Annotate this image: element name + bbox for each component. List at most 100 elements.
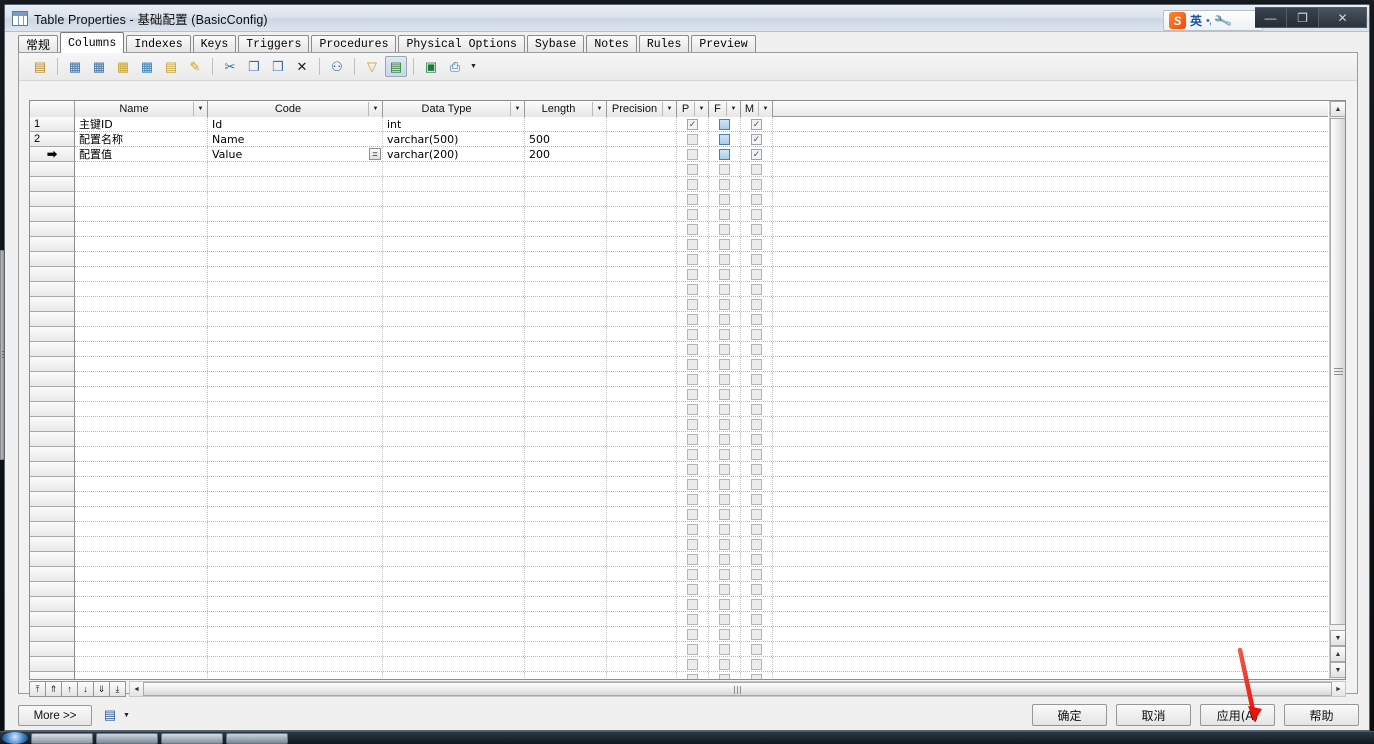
row-header[interactable]	[30, 312, 75, 327]
cell-p[interactable]	[677, 132, 709, 146]
grid-horizontal-scrollbar[interactable]: ◄ ►	[129, 681, 1346, 697]
vertical-scroll-thumb[interactable]	[1330, 118, 1345, 625]
cell-p[interactable]	[677, 162, 709, 176]
cell-m[interactable]	[741, 372, 773, 386]
cell-datatype[interactable]	[383, 447, 525, 461]
cell-f[interactable]	[709, 582, 741, 596]
table-row[interactable]	[30, 627, 1328, 642]
column-header-length[interactable]: Length ▼	[525, 101, 607, 117]
cell-f[interactable]	[709, 567, 741, 581]
checkbox-f[interactable]	[719, 268, 730, 280]
cell-length[interactable]: 500	[525, 132, 607, 146]
cell-length[interactable]	[525, 642, 607, 656]
column-filter-chevron-down-icon[interactable]: ▼	[193, 102, 207, 116]
checkbox-f[interactable]	[719, 178, 730, 190]
cell-m[interactable]	[741, 297, 773, 311]
row-header[interactable]	[30, 387, 75, 402]
table-row[interactable]	[30, 492, 1328, 507]
row-header[interactable]	[30, 522, 75, 537]
cell-code[interactable]	[208, 567, 383, 581]
duplicate-icon[interactable]: ▤	[160, 56, 182, 77]
cell-precision[interactable]	[607, 447, 677, 461]
cell-name[interactable]	[75, 162, 208, 176]
cell-f[interactable]	[709, 192, 741, 206]
checkbox-p[interactable]	[687, 163, 698, 175]
cell-name[interactable]	[75, 597, 208, 611]
cell-precision[interactable]	[607, 312, 677, 326]
checkbox-f[interactable]	[719, 463, 730, 475]
checkbox-p[interactable]	[687, 148, 698, 160]
column-filter-chevron-down-icon[interactable]: ▼	[726, 102, 740, 116]
cell-code[interactable]	[208, 192, 383, 206]
cell-code[interactable]	[208, 462, 383, 476]
cell-p[interactable]	[677, 597, 709, 611]
cell-p[interactable]	[677, 537, 709, 551]
cell-datatype[interactable]	[383, 282, 525, 296]
cell-code[interactable]	[208, 267, 383, 281]
column-filter-chevron-down-icon[interactable]: ▼	[368, 102, 382, 116]
cell-name[interactable]	[75, 522, 208, 536]
close-button[interactable]: ✕	[1319, 7, 1367, 28]
checkbox-f[interactable]	[719, 388, 730, 400]
cell-length[interactable]	[525, 567, 607, 581]
checkbox-f[interactable]	[719, 508, 730, 520]
cell-m[interactable]	[741, 612, 773, 626]
row-header[interactable]	[30, 582, 75, 597]
cell-m[interactable]	[741, 672, 773, 679]
checkbox-f[interactable]	[719, 223, 730, 235]
checkbox-m[interactable]	[751, 538, 762, 550]
row-header[interactable]	[30, 342, 75, 357]
cell-precision[interactable]	[607, 657, 677, 671]
cell-f[interactable]	[709, 507, 741, 521]
cell-length[interactable]	[525, 612, 607, 626]
cell-m[interactable]	[741, 327, 773, 341]
cell-f[interactable]	[709, 672, 741, 679]
cell-p[interactable]	[677, 582, 709, 596]
row-header[interactable]: 1	[30, 117, 75, 132]
checkbox-m[interactable]	[751, 493, 762, 505]
row-header[interactable]	[30, 672, 75, 679]
cut-icon[interactable]: ✂	[219, 56, 241, 77]
cell-datatype[interactable]	[383, 612, 525, 626]
cell-m[interactable]	[741, 447, 773, 461]
cell-name[interactable]	[75, 402, 208, 416]
cell-f[interactable]	[709, 432, 741, 446]
checkbox-m[interactable]	[751, 178, 762, 190]
table-row[interactable]	[30, 237, 1328, 252]
grid-body[interactable]: 1 主键ID Id int ✓ ✓ 2 配置名称 Name varchar(500) 500 ✓ ➡ 配置…	[30, 117, 1328, 679]
row-header[interactable]	[30, 192, 75, 207]
properties-icon[interactable]: ▤	[29, 56, 51, 77]
checkbox-f[interactable]	[719, 193, 730, 205]
cell-p[interactable]	[677, 552, 709, 566]
tab-indexes[interactable]: Indexes	[126, 35, 191, 53]
cell-m[interactable]	[741, 627, 773, 641]
cell-m[interactable]	[741, 402, 773, 416]
cell-p[interactable]	[677, 297, 709, 311]
cell-p[interactable]	[677, 507, 709, 521]
cell-length[interactable]	[525, 177, 607, 191]
checkbox-p[interactable]	[687, 253, 698, 265]
cell-length[interactable]	[525, 327, 607, 341]
cell-length[interactable]	[525, 312, 607, 326]
cell-datatype[interactable]	[383, 297, 525, 311]
cell-m[interactable]	[741, 552, 773, 566]
cell-m[interactable]	[741, 492, 773, 506]
cell-f[interactable]	[709, 402, 741, 416]
column-header-f[interactable]: F ▼	[709, 101, 741, 117]
replace-icon[interactable]: ▦	[136, 56, 158, 77]
cell-code[interactable]	[208, 582, 383, 596]
checkbox-m[interactable]	[751, 238, 762, 250]
cell-m[interactable]: ✓	[741, 117, 773, 131]
cell-length[interactable]	[525, 657, 607, 671]
checkbox-p[interactable]	[687, 313, 698, 325]
cell-m[interactable]	[741, 357, 773, 371]
cell-precision[interactable]	[607, 597, 677, 611]
checkbox-m[interactable]	[751, 283, 762, 295]
cell-datatype[interactable]	[383, 597, 525, 611]
cell-name[interactable]	[75, 462, 208, 476]
cell-length[interactable]	[525, 432, 607, 446]
cell-m[interactable]	[741, 207, 773, 221]
cell-f[interactable]	[709, 417, 741, 431]
table-row[interactable]	[30, 192, 1328, 207]
row-header[interactable]	[30, 537, 75, 552]
